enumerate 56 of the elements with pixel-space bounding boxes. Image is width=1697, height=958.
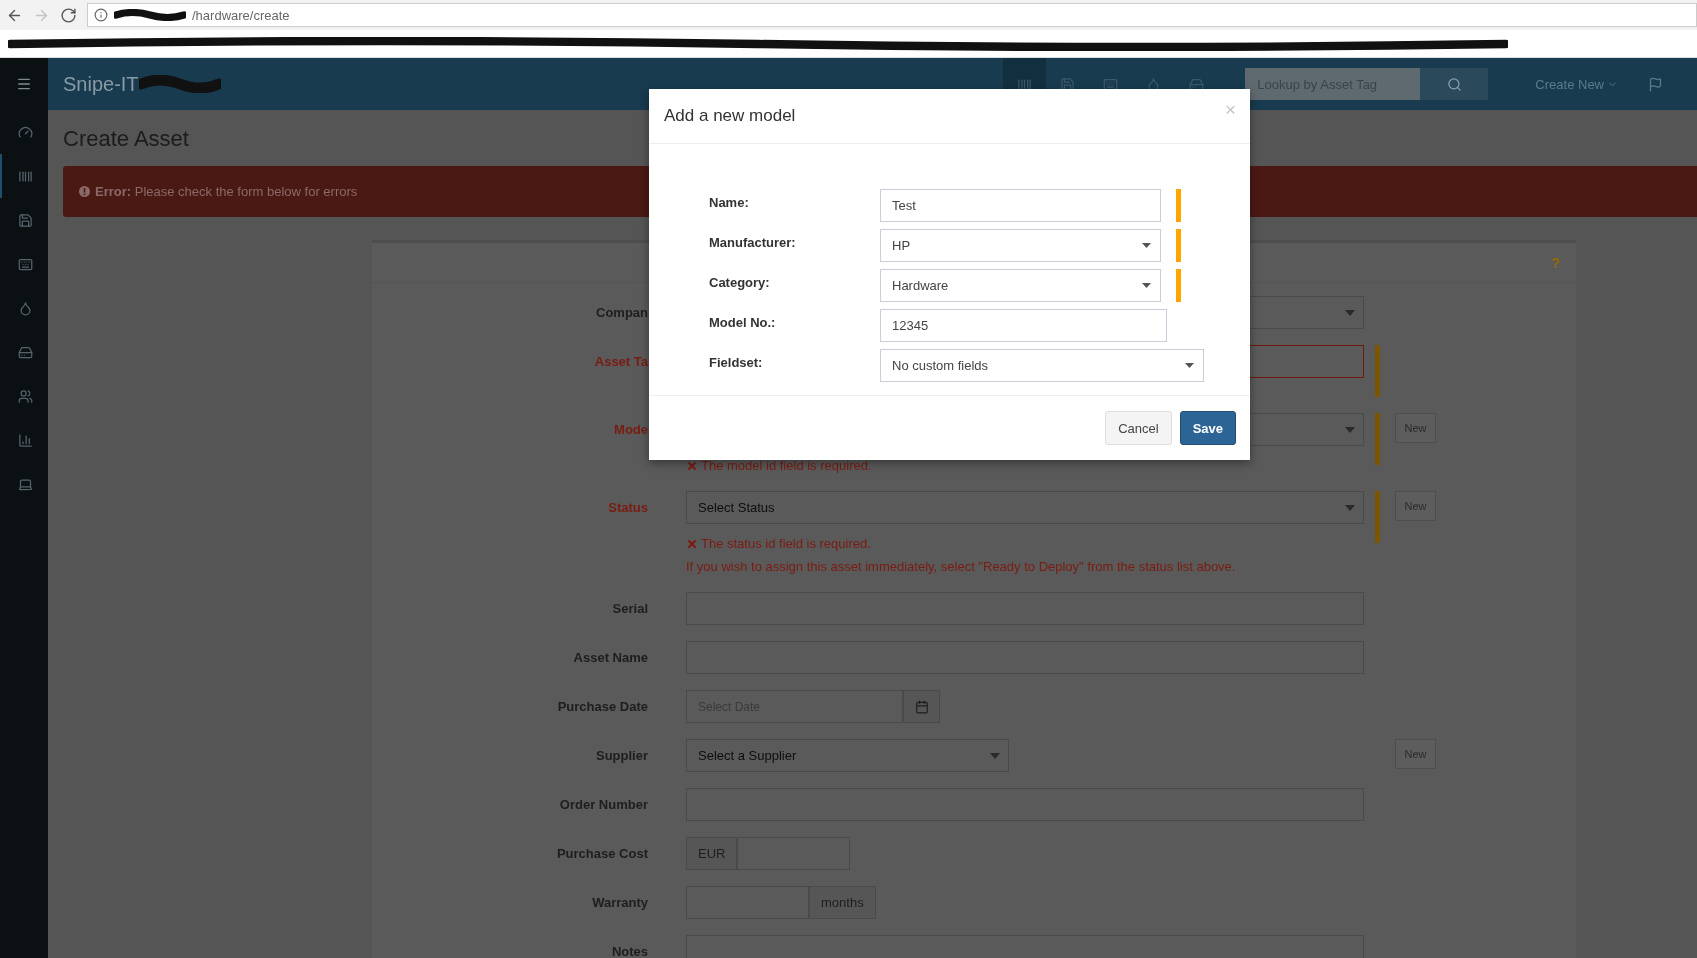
field-label: Name: <box>709 194 750 210</box>
field-label: Category: <box>709 274 771 290</box>
caret-icon <box>1345 504 1355 511</box>
field-label: Order Number <box>558 796 649 814</box>
caret-icon <box>1345 309 1355 316</box>
select-field[interactable]: No custom fields <box>880 349 1204 382</box>
field-label: Purchase Date <box>556 698 649 716</box>
caret-icon <box>1345 426 1355 433</box>
caret-icon <box>990 752 1000 759</box>
field-label: Warranty <box>591 894 649 912</box>
page-title: Create Asset <box>63 126 190 152</box>
field-label: Serial <box>611 600 649 618</box>
alert-message: Error: Please check the form below for errors <box>95 184 358 199</box>
field-label: Manufacturer: <box>709 234 797 250</box>
text-field[interactable]: Test <box>880 189 1161 222</box>
calendar-icon <box>914 699 929 714</box>
modal-title: Add a new model <box>664 106 796 126</box>
error-message: The status id field is required. <box>686 535 1364 553</box>
search-icon <box>1446 76 1462 92</box>
field-label: Asset Ta <box>593 353 649 371</box>
error-message: The model id field is required. <box>686 457 1364 475</box>
info-icon <box>94 8 108 22</box>
menu-icon <box>16 76 32 92</box>
cancel-button[interactable]: Cancel <box>1105 411 1172 445</box>
alert-icon <box>79 186 90 197</box>
field-label: Mode <box>613 421 649 439</box>
select-field[interactable]: Select Status <box>686 491 1364 524</box>
field-label: Fieldset: <box>709 354 764 370</box>
brand-name[interactable]: Snipe-IT <box>63 72 139 96</box>
address-bar[interactable]: /hardware/create <box>87 3 1697 27</box>
flag-icon[interactable] <box>1648 76 1663 92</box>
redaction-mark <box>114 9 186 21</box>
field-label: Purchase Cost <box>555 845 649 863</box>
field-label: Asset Name <box>572 649 649 667</box>
field-label: Compan <box>595 304 649 322</box>
caret-icon <box>1142 283 1151 288</box>
error-icon <box>686 538 698 550</box>
select-field[interactable]: HP <box>880 229 1161 262</box>
caret-icon <box>1185 363 1194 368</box>
field-label: Supplier <box>595 747 649 765</box>
create-new-menu[interactable]: Create New <box>1535 76 1618 92</box>
search-button[interactable] <box>1420 68 1489 100</box>
currency-addon: EUR <box>686 837 738 870</box>
select-field[interactable]: Select a Supplier <box>686 739 1009 772</box>
caret-icon <box>1142 243 1151 248</box>
hint-text: If you wish to assign this asset immediately, select "Ready to Deploy" from the status list above. <box>686 558 1237 576</box>
save-button[interactable]: Save <box>1179 411 1236 445</box>
calendar-button[interactable] <box>903 690 940 723</box>
field-label: Status <box>607 499 649 517</box>
field-label: Notes <box>610 943 649 958</box>
reload-button[interactable] <box>60 6 77 24</box>
select-field[interactable]: Hardware <box>880 269 1161 302</box>
error-icon <box>686 460 698 472</box>
text-field[interactable]: 12345 <box>880 309 1167 342</box>
months-addon: months <box>809 886 876 919</box>
field-label: Model No.: <box>709 314 777 330</box>
